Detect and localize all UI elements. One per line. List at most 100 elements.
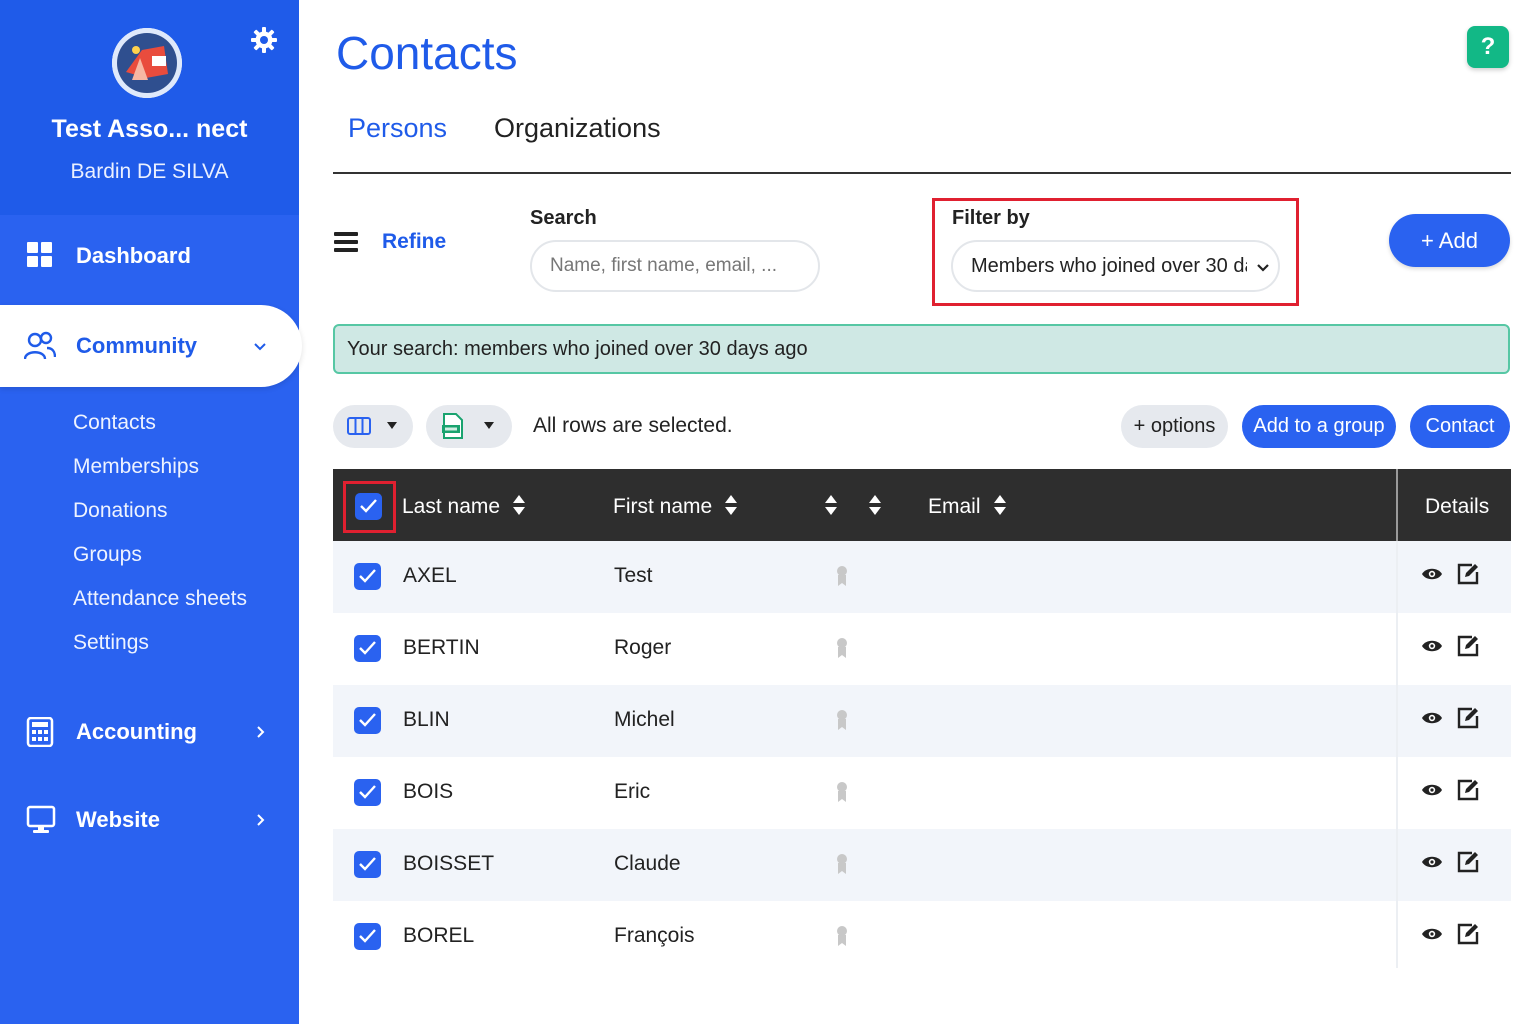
- cell-last-name: BLIN: [403, 708, 450, 731]
- column-first-name-label: First name: [613, 495, 713, 518]
- nav-accounting[interactable]: Accounting: [0, 702, 299, 762]
- column-status-sort[interactable]: [858, 495, 882, 519]
- refine-label: Refine: [382, 230, 447, 253]
- row-checkbox[interactable]: [354, 563, 381, 590]
- cell-last-name: AXEL: [403, 564, 457, 587]
- edit-icon[interactable]: [1457, 779, 1479, 801]
- sort-icon: [724, 494, 738, 516]
- row-checkbox[interactable]: [354, 779, 381, 806]
- eye-icon[interactable]: [1421, 639, 1443, 653]
- details-divider: [1396, 469, 1398, 541]
- nav-dashboard[interactable]: Dashboard: [0, 226, 299, 286]
- add-button[interactable]: + Add: [1389, 214, 1510, 267]
- table-row[interactable]: BOREL François: [333, 901, 1511, 968]
- options-button[interactable]: + options: [1121, 405, 1228, 448]
- filter-select[interactable]: Members who joined over 30 days ago: [951, 240, 1280, 292]
- membership-badge-icon: [836, 924, 848, 948]
- cell-first-name: Claude: [614, 852, 681, 875]
- cell-last-name: BOISSET: [403, 852, 495, 875]
- search-input[interactable]: [530, 240, 820, 292]
- subnav-settings[interactable]: Settings: [73, 625, 247, 669]
- subnav-donations[interactable]: Donations: [73, 493, 247, 537]
- menu-icon: [334, 232, 358, 252]
- details-divider: [1396, 613, 1398, 685]
- column-membership-sort[interactable]: [814, 495, 838, 519]
- select-all-checkbox[interactable]: [355, 493, 382, 520]
- column-last-name[interactable]: Last name: [402, 495, 526, 519]
- column-first-name[interactable]: First name: [613, 495, 738, 519]
- edit-icon[interactable]: [1457, 707, 1479, 729]
- edit-icon[interactable]: [1457, 635, 1479, 657]
- table-row[interactable]: BLIN Michel: [333, 685, 1511, 757]
- chevron-right-icon: [250, 722, 270, 742]
- membership-badge-icon: [836, 636, 848, 660]
- cell-first-name: François: [614, 924, 695, 947]
- tab-persons[interactable]: Persons: [348, 113, 447, 144]
- eye-icon[interactable]: [1421, 783, 1443, 797]
- add-to-group-button[interactable]: Add to a group: [1242, 405, 1396, 448]
- table-row[interactable]: BOISSET Claude: [333, 829, 1511, 901]
- community-subnav: Contacts Memberships Donations Groups At…: [73, 405, 247, 669]
- eye-icon[interactable]: [1421, 855, 1443, 869]
- tabs-divider: [333, 172, 1511, 174]
- cell-first-name: Roger: [614, 636, 672, 659]
- sort-icon: [824, 494, 838, 516]
- nav-dashboard-label: Dashboard: [76, 243, 191, 268]
- details-divider: [1396, 829, 1398, 901]
- cell-last-name: BOIS: [403, 780, 454, 803]
- row-checkbox[interactable]: [354, 851, 381, 878]
- search-summary-banner: Your search: members who joined over 30 …: [333, 324, 1510, 374]
- sidebar-header: Test Asso... nect Bardin DE SILVA: [0, 0, 299, 215]
- org-avatar[interactable]: [112, 28, 182, 98]
- edit-icon[interactable]: [1457, 923, 1479, 945]
- row-checkbox[interactable]: [354, 923, 381, 950]
- monitor-icon: [26, 805, 56, 835]
- refine-toggle[interactable]: Refine: [334, 230, 446, 253]
- membership-badge-icon: [836, 780, 848, 804]
- eye-icon[interactable]: [1421, 567, 1443, 581]
- table-row[interactable]: BERTIN Roger: [333, 613, 1511, 685]
- cell-first-name: Eric: [614, 780, 651, 803]
- export-menu-button[interactable]: [426, 405, 512, 448]
- eye-icon[interactable]: [1421, 927, 1443, 941]
- calculator-icon: [26, 716, 56, 748]
- eye-icon[interactable]: [1421, 711, 1443, 725]
- app: Test Asso... nect Bardin DE SILVA Dashbo…: [0, 0, 1536, 1024]
- sort-icon: [868, 494, 882, 516]
- dashboard-grid-icon: [26, 241, 56, 271]
- row-checkbox[interactable]: [354, 635, 381, 662]
- tab-organizations[interactable]: Organizations: [494, 113, 661, 144]
- edit-icon[interactable]: [1457, 563, 1479, 585]
- sort-icon: [993, 494, 1007, 516]
- subnav-groups[interactable]: Groups: [73, 537, 247, 581]
- page-title: Contacts: [336, 27, 518, 79]
- column-email[interactable]: Email: [928, 495, 1007, 519]
- columns-icon: [347, 415, 371, 437]
- org-name[interactable]: Test Asso... nect: [0, 115, 299, 144]
- rows-selected-text: All rows are selected.: [533, 414, 733, 437]
- table-row[interactable]: AXEL Test: [333, 541, 1511, 613]
- edit-icon[interactable]: [1457, 851, 1479, 873]
- sort-icon: [512, 494, 526, 516]
- caret-down-icon: [387, 422, 397, 429]
- details-divider: [1396, 901, 1398, 968]
- table-header: Last name First name Email Details: [333, 469, 1511, 541]
- row-checkbox[interactable]: [354, 707, 381, 734]
- gear-icon[interactable]: [250, 26, 278, 54]
- nav-website[interactable]: Website: [0, 790, 299, 850]
- column-email-label: Email: [928, 495, 981, 518]
- nav-accounting-label: Accounting: [76, 719, 197, 744]
- filter-label: Filter by: [952, 207, 1030, 229]
- subnav-attendance-sheets[interactable]: Attendance sheets: [73, 581, 247, 625]
- nav-website-label: Website: [76, 807, 160, 832]
- nav-community[interactable]: Community: [0, 305, 302, 387]
- contact-button[interactable]: Contact: [1410, 405, 1510, 448]
- help-button[interactable]: ?: [1467, 26, 1509, 68]
- subnav-contacts[interactable]: Contacts: [73, 405, 247, 449]
- table-row[interactable]: BOIS Eric: [333, 757, 1511, 829]
- membership-badge-icon: [836, 708, 848, 732]
- columns-menu-button[interactable]: [333, 405, 413, 448]
- details-divider: [1396, 757, 1398, 829]
- subnav-memberships[interactable]: Memberships: [73, 449, 247, 493]
- search-label: Search: [530, 207, 597, 229]
